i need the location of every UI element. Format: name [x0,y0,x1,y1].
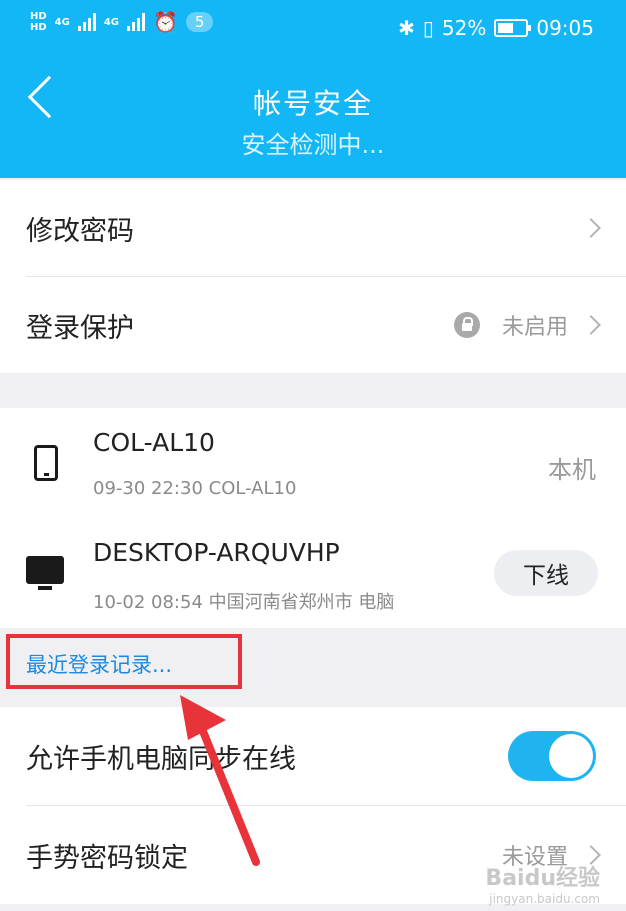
phone-icon [34,445,58,481]
lock-icon [454,312,480,338]
network-labels: HD HD [30,11,47,33]
device-name: DESKTOP-ARQUVHP [93,538,340,567]
hd-label-2: HD [30,22,47,33]
signal-icon [127,13,146,31]
scan-status: 安全检测中... [241,131,385,159]
bluetooth-icon: ✱ [398,16,415,40]
login-protect-label: 登录保护 [26,312,134,344]
signal-icon [77,13,96,31]
devices-group: COL-AL10 09-30 22:30 COL-AL10 本机 DESKTOP… [0,408,626,628]
toggle-knob [549,734,593,778]
sync-online-row: 允许手机电脑同步在线 [0,707,626,805]
chevron-right-icon [581,218,601,238]
signal-type-2: 4G [103,16,120,28]
highlight-box [6,634,242,689]
login-protect-status: 未启用 [501,315,568,340]
signal-type-1: 4G [54,16,70,28]
device-row-desktop: DESKTOP-ARQUVHP 10-02 08:54 中国河南省郑州市 电脑 … [0,518,626,628]
watermark: Baidu经验 jingyan.baidu.com [485,860,600,906]
page-title: 帐号安全 [252,87,373,120]
monitor-icon [26,556,64,590]
chevron-right-icon [581,315,601,335]
password-settings-group: 修改密码 登录保护 未启用 [0,180,626,373]
device-row-phone: COL-AL10 09-30 22:30 COL-AL10 本机 [0,408,626,518]
gesture-lock-label: 手势密码锁定 [26,842,188,874]
device-meta: 10-02 08:54 中国河南省郑州市 电脑 [93,592,395,613]
battery-icon [494,19,532,37]
logout-device-button[interactable]: 下线 [494,550,598,596]
watermark-logo: Baidu经验 [485,866,600,891]
device-name: COL-AL10 [93,428,215,457]
battery-percent: 52% [441,16,487,40]
sync-online-label: 允许手机电脑同步在线 [26,743,296,775]
change-password-label: 修改密码 [26,215,134,247]
vibrate-icon: ▯ [422,16,434,40]
clock: 09:05 [536,16,594,40]
app-header: HD HD 4G 4G ⏰ 5 ✱ ▯ 52% 09:05 帐号安全 安全检测中… [0,0,626,178]
watermark-url: jingyan.baidu.com [489,892,600,906]
notification-badge: 5 [185,12,214,32]
hd-label-1: HD [30,11,47,22]
this-device-tag: 本机 [548,456,596,484]
status-bar: HD HD 4G 4G ⏰ 5 ✱ ▯ 52% 09:05 [0,0,626,56]
login-protect-row[interactable]: 登录保护 未启用 [0,277,626,373]
device-meta: 09-30 22:30 COL-AL10 [93,478,297,499]
change-password-row[interactable]: 修改密码 [0,180,626,276]
sync-online-toggle[interactable] [508,731,596,781]
alarm-icon: ⏰ [153,10,178,34]
